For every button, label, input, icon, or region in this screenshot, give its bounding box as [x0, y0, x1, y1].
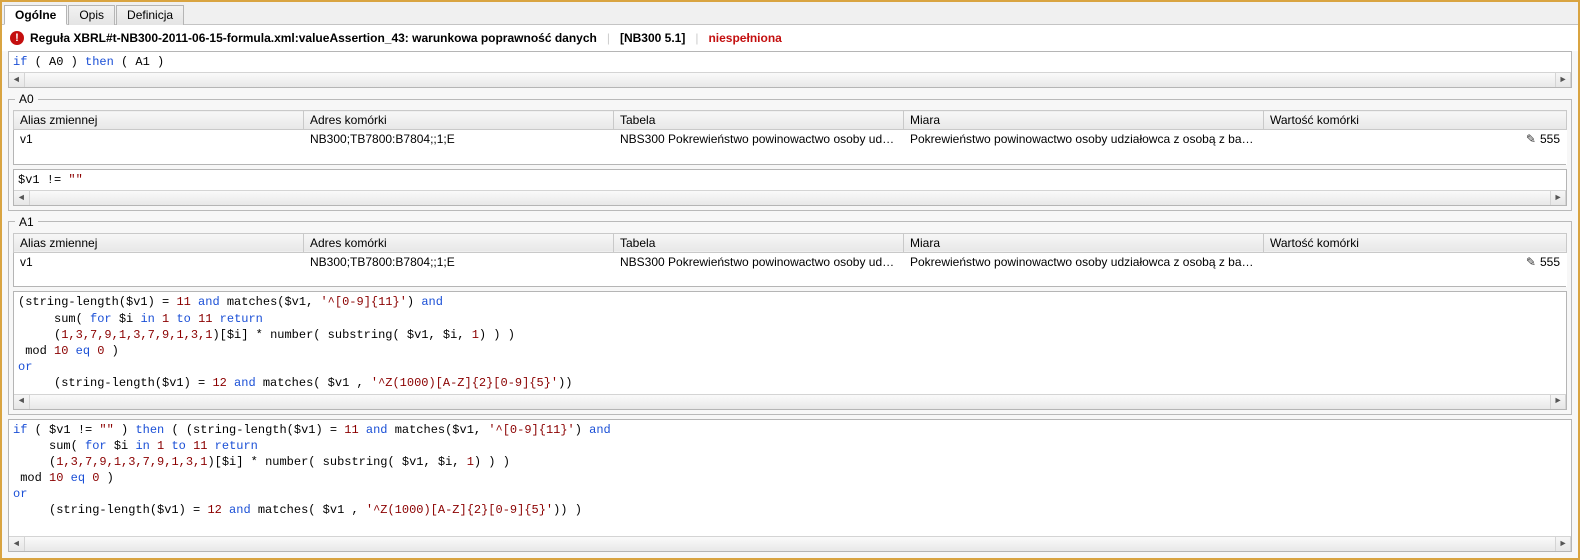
cell-alias: v1: [14, 130, 304, 149]
cell-table: NBS300 Pokrewieństwo powinowactwo osoby …: [614, 130, 904, 149]
scroll-left-icon[interactable]: ◄: [9, 73, 25, 87]
scrollbar[interactable]: ◄ ►: [9, 72, 1571, 87]
group-a1: A1 Alias zmiennej Adres komórki Tabela M…: [8, 215, 1572, 415]
col-table[interactable]: Tabela: [614, 111, 904, 130]
cell-measure: Pokrewieństwo powinowactwo osoby udziało…: [904, 252, 1264, 271]
scroll-right-icon[interactable]: ►: [1550, 191, 1566, 205]
scroll-right-icon[interactable]: ►: [1555, 537, 1571, 551]
scroll-left-icon[interactable]: ◄: [14, 191, 30, 205]
content-area: if ( A0 ) then ( A1 ) ◄ ► A0 Alias zmien…: [2, 51, 1578, 558]
tab-description[interactable]: Opis: [68, 5, 115, 25]
table-header-row: Alias zmiennej Adres komórki Tabela Miar…: [14, 233, 1567, 252]
scroll-track[interactable]: [25, 73, 1555, 87]
scroll-right-icon[interactable]: ►: [1555, 73, 1571, 87]
separator: |: [691, 31, 702, 45]
scroll-left-icon[interactable]: ◄: [14, 395, 30, 409]
scrollbar[interactable]: ◄ ►: [14, 394, 1566, 409]
cell-addr: NB300;TB7800:B7804;;1;E: [304, 252, 614, 271]
cell-alias: v1: [14, 252, 304, 271]
scroll-track[interactable]: [30, 191, 1550, 205]
edit-icon[interactable]: ✎: [1526, 255, 1536, 269]
bottom-formula[interactable]: if ( $v1 != "" ) then ( (string-length($…: [9, 420, 1571, 537]
rule-header: ! Reguła XBRL#t-NB300-2011-06-15-formula…: [2, 25, 1578, 51]
a0-condition-box: $v1 != "" ◄ ►: [13, 169, 1567, 206]
edit-icon[interactable]: ✎: [1526, 132, 1536, 146]
a1-table: Alias zmiennej Adres komórki Tabela Miar…: [13, 233, 1567, 288]
group-a0: A0 Alias zmiennej Adres komórki Tabela M…: [8, 92, 1572, 211]
tab-general[interactable]: Ogólne: [4, 5, 67, 25]
col-table[interactable]: Tabela: [614, 233, 904, 252]
scrollbar[interactable]: ◄ ►: [9, 536, 1571, 551]
error-icon: !: [10, 31, 24, 45]
tab-definition[interactable]: Definicja: [116, 5, 184, 25]
tab-strip: Ogólne Opis Definicja: [2, 2, 1578, 25]
table-row[interactable]: v1 NB300;TB7800:B7804;;1;E NBS300 Pokrew…: [14, 252, 1567, 271]
cell-value: ✎555: [1264, 130, 1567, 149]
a0-condition[interactable]: $v1 != "": [14, 170, 1566, 190]
col-measure[interactable]: Miara: [904, 111, 1264, 130]
scroll-right-icon[interactable]: ►: [1550, 395, 1566, 409]
cell-measure: Pokrewieństwo powinowactwo osoby udziało…: [904, 130, 1264, 149]
scrollbar[interactable]: ◄ ►: [14, 190, 1566, 205]
a0-table: Alias zmiennej Adres komórki Tabela Miar…: [13, 110, 1567, 165]
col-value[interactable]: Wartość komórki: [1264, 233, 1567, 252]
a1-formula[interactable]: (string-length($v1) = 11 and matches($v1…: [14, 292, 1566, 393]
rule-status: niespełniona: [708, 31, 781, 45]
col-addr[interactable]: Adres komórki: [304, 111, 614, 130]
col-alias[interactable]: Alias zmiennej: [14, 233, 304, 252]
scroll-track[interactable]: [25, 537, 1555, 551]
bottom-formula-box: if ( $v1 != "" ) then ( (string-length($…: [8, 419, 1572, 553]
col-alias[interactable]: Alias zmiennej: [14, 111, 304, 130]
top-formula[interactable]: if ( A0 ) then ( A1 ): [9, 52, 1571, 72]
col-addr[interactable]: Adres komórki: [304, 233, 614, 252]
rule-code: [NB300 5.1]: [620, 31, 685, 45]
table-header-row: Alias zmiennej Adres komórki Tabela Miar…: [14, 111, 1567, 130]
group-a1-legend: A1: [15, 215, 38, 229]
top-formula-box: if ( A0 ) then ( A1 ) ◄ ►: [8, 51, 1572, 88]
scroll-left-icon[interactable]: ◄: [9, 537, 25, 551]
group-a0-legend: A0: [15, 92, 38, 106]
scroll-track[interactable]: [30, 395, 1550, 409]
table-row-blank: [14, 148, 1567, 164]
table-row-blank: [14, 271, 1567, 287]
a1-formula-box: (string-length($v1) = 11 and matches($v1…: [13, 291, 1567, 409]
window-frame: Ogólne Opis Definicja ! Reguła XBRL#t-NB…: [0, 0, 1580, 560]
col-value[interactable]: Wartość komórki: [1264, 111, 1567, 130]
cell-addr: NB300;TB7800:B7804;;1;E: [304, 130, 614, 149]
table-row[interactable]: v1 NB300;TB7800:B7804;;1;E NBS300 Pokrew…: [14, 130, 1567, 149]
rule-title: Reguła XBRL#t-NB300-2011-06-15-formula.x…: [30, 31, 597, 45]
separator: |: [603, 31, 614, 45]
cell-value: ✎555: [1264, 252, 1567, 271]
cell-table: NBS300 Pokrewieństwo powinowactwo osoby …: [614, 252, 904, 271]
col-measure[interactable]: Miara: [904, 233, 1264, 252]
